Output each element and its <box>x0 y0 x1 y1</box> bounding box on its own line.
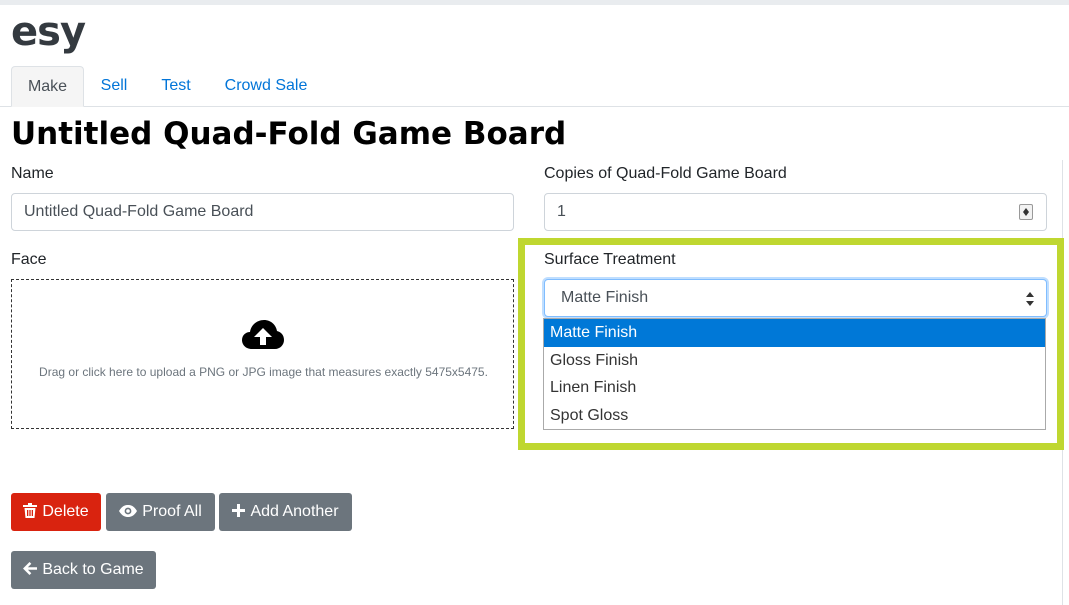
brand-logo[interactable]: esy <box>11 10 86 54</box>
add-another-button[interactable]: Add Another <box>219 493 352 531</box>
back-to-game-button[interactable]: Back to Game <box>11 551 156 589</box>
surface-options-list: Matte Finish Gloss Finish Linen Finish S… <box>543 318 1046 430</box>
top-bar <box>0 0 1069 5</box>
tab-crowd-sale[interactable]: Crowd Sale <box>214 66 318 107</box>
back-to-game-label: Back to Game <box>42 561 144 578</box>
eye-icon <box>119 504 138 517</box>
option-linen-finish[interactable]: Linen Finish <box>544 374 1045 402</box>
trash-icon <box>23 503 38 519</box>
name-input[interactable]: Untitled Quad-Fold Game Board <box>11 193 514 231</box>
cloud-upload-icon <box>242 320 284 349</box>
tab-make[interactable]: Make <box>11 66 84 107</box>
plus-icon <box>232 504 246 518</box>
face-upload-dropzone[interactable]: Drag or click here to upload a PNG or JP… <box>11 279 514 429</box>
name-label: Name <box>11 165 54 182</box>
copies-label: Copies of Quad-Fold Game Board <box>544 165 787 182</box>
surface-treatment-select[interactable]: Matte Finish <box>544 279 1047 317</box>
option-matte-finish[interactable]: Matte Finish <box>544 319 1045 347</box>
proof-all-label: Proof All <box>142 503 202 520</box>
select-caret-icon <box>1026 292 1034 306</box>
copies-value: 1 <box>557 203 566 220</box>
add-another-label: Add Another <box>250 503 339 520</box>
tab-sell[interactable]: Sell <box>90 66 138 107</box>
option-gloss-finish[interactable]: Gloss Finish <box>544 347 1045 375</box>
surface-selected-value: Matte Finish <box>561 289 649 306</box>
arrow-left-icon <box>23 562 38 576</box>
face-label: Face <box>11 251 47 268</box>
upload-hint: Drag or click here to upload a PNG or JP… <box>39 365 488 379</box>
page-title: Untitled Quad-Fold Game Board <box>11 116 567 152</box>
delete-button[interactable]: Delete <box>11 493 101 531</box>
copies-input[interactable]: 1 <box>544 193 1047 231</box>
tab-bar: Make Sell Test Crowd Sale <box>0 66 1069 107</box>
proof-all-button[interactable]: Proof All <box>106 493 215 531</box>
tab-test[interactable]: Test <box>150 66 202 107</box>
surface-treatment-label: Surface Treatment <box>544 251 676 268</box>
number-spinner-icon[interactable] <box>1019 204 1033 220</box>
delete-label: Delete <box>42 503 89 520</box>
option-spot-gloss[interactable]: Spot Gloss <box>544 402 1045 430</box>
